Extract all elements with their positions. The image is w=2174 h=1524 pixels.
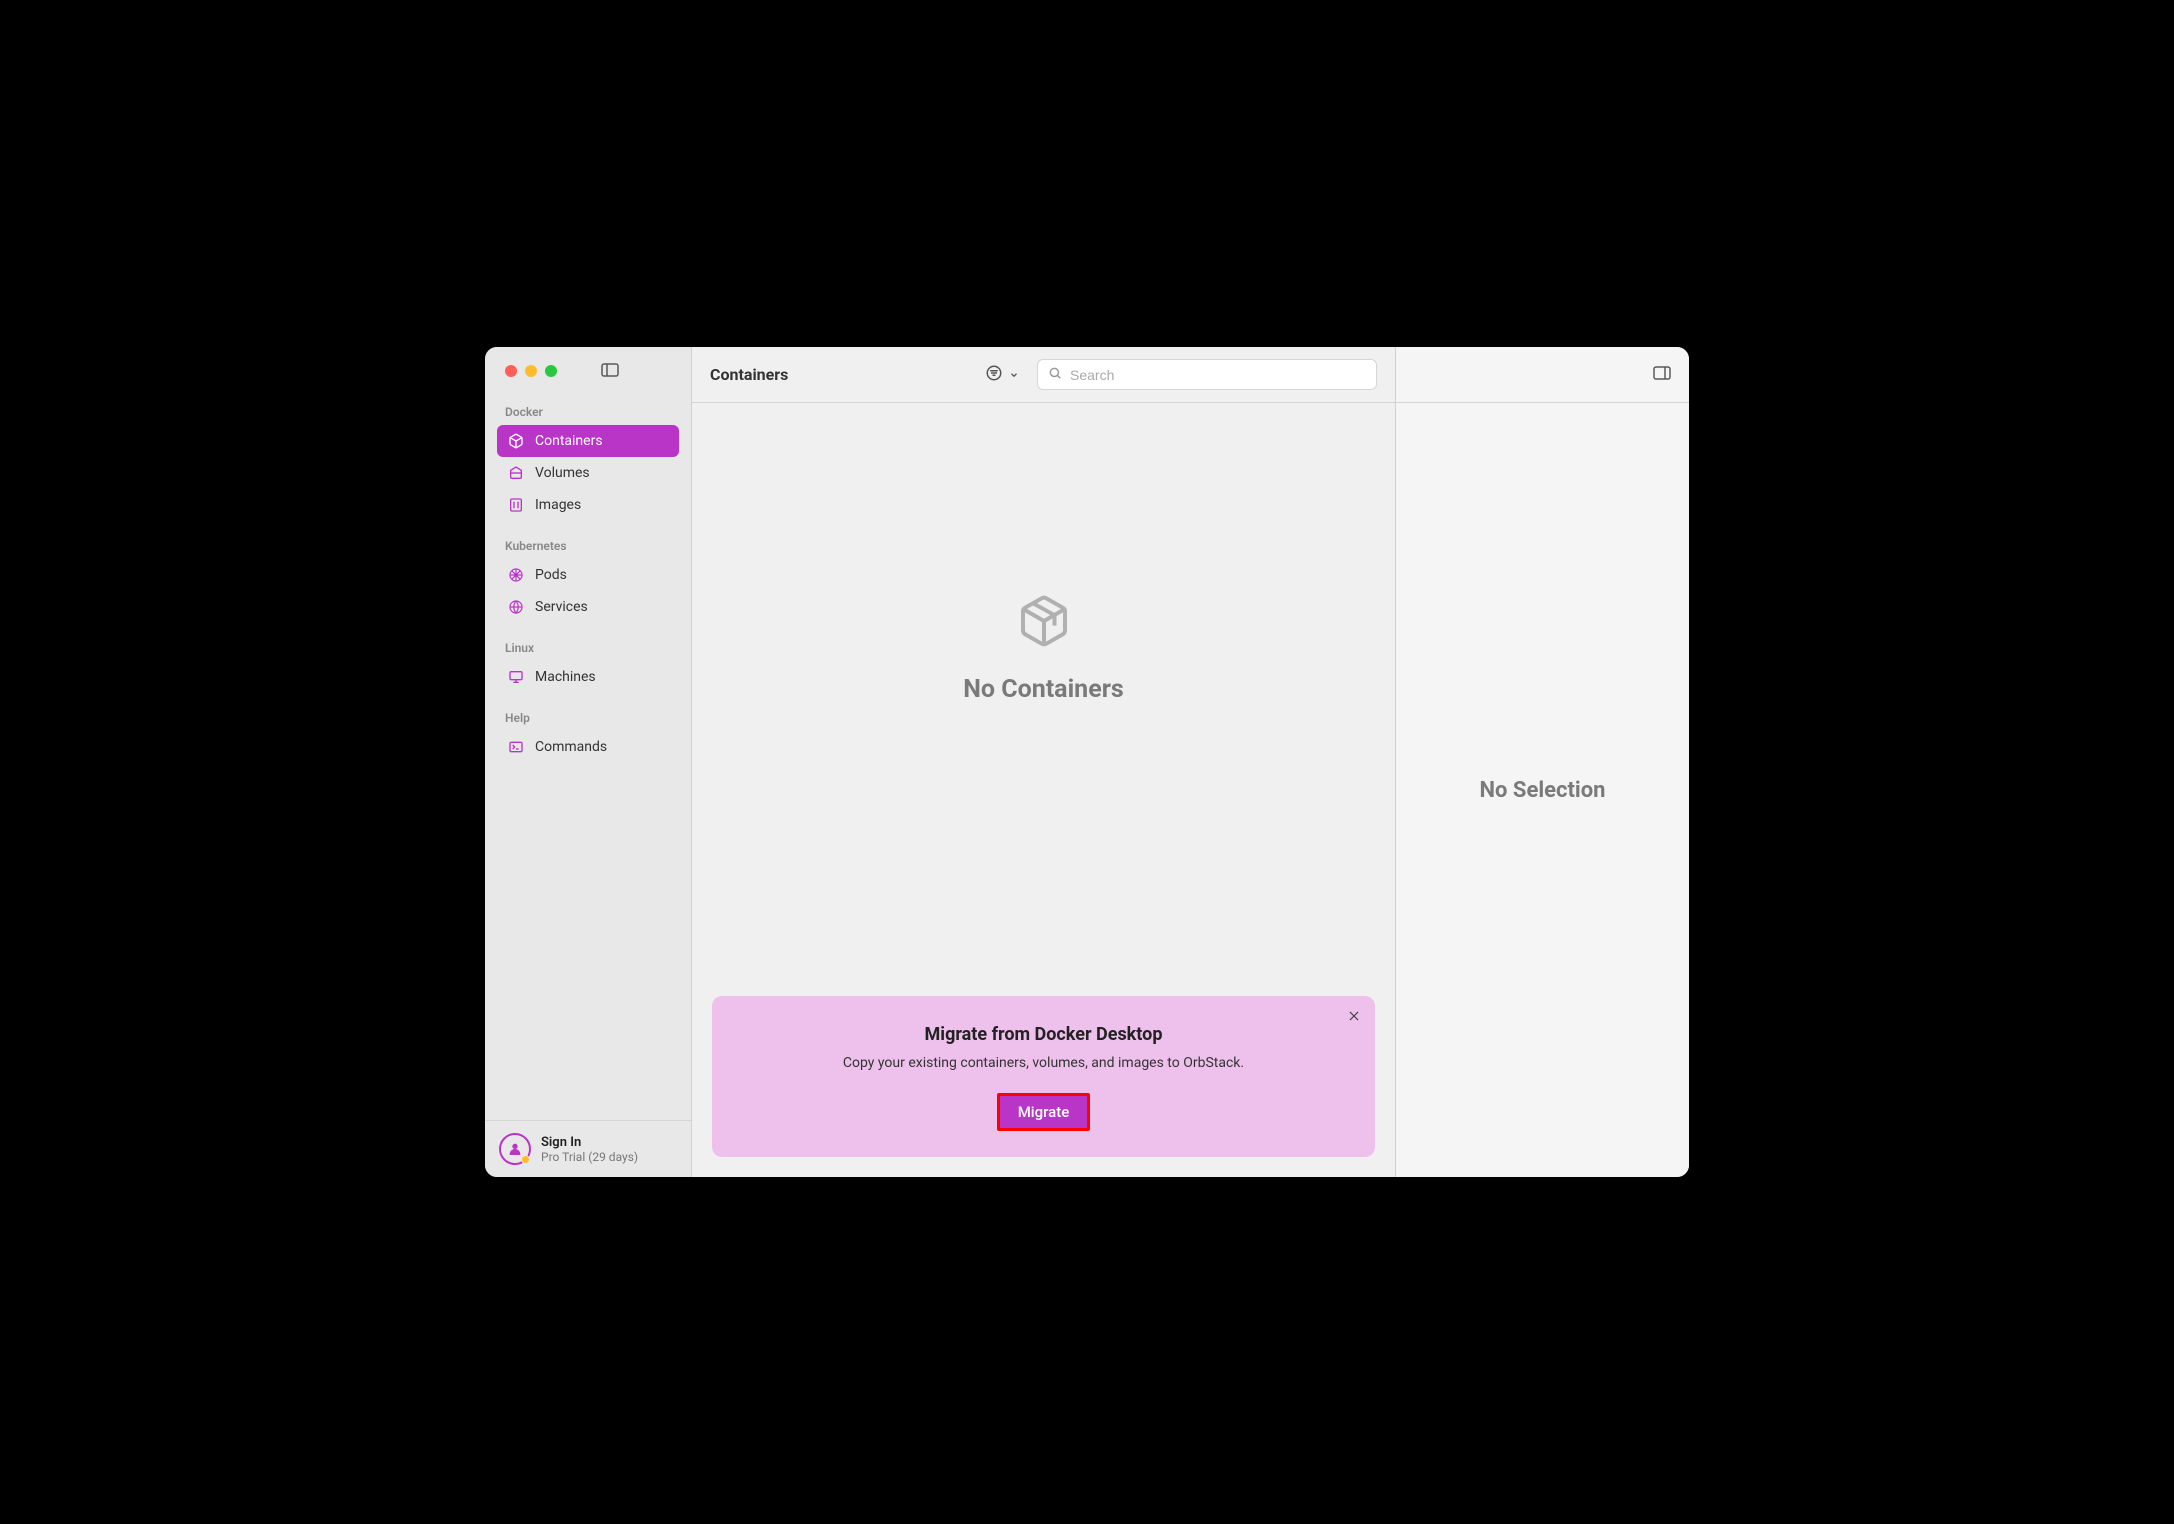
sign-in-button[interactable]: Sign In Pro Trial (29 days) — [485, 1120, 691, 1177]
sidebar-section-kubernetes: Kubernetes Pods Services — [497, 535, 679, 623]
close-banner-button[interactable] — [1347, 1008, 1361, 1027]
box-icon — [507, 432, 525, 450]
detail-pane: No Selection — [1396, 347, 1689, 1177]
sidebar-item-services[interactable]: Services — [497, 591, 679, 623]
sidebar-content: Docker Containers Volumes — [485, 395, 691, 1120]
sidebar-section-linux: Linux Machines — [497, 637, 679, 693]
section-header: Help — [497, 707, 679, 729]
sidebar-item-label: Services — [535, 599, 588, 615]
trial-status: Pro Trial (29 days) — [541, 1150, 638, 1164]
filter-button[interactable] — [981, 360, 1023, 390]
sign-in-label: Sign In — [541, 1135, 638, 1150]
search-input[interactable] — [1070, 367, 1366, 383]
sidebar-item-label: Pods — [535, 567, 567, 583]
sidebar-item-images[interactable]: Images — [497, 489, 679, 521]
banner-body: Copy your existing containers, volumes, … — [732, 1055, 1355, 1071]
section-header: Linux — [497, 637, 679, 659]
filter-icon — [985, 364, 1003, 386]
sidebar-item-label: Volumes — [535, 465, 590, 481]
package-empty-icon — [1016, 593, 1072, 653]
search-field[interactable] — [1037, 359, 1377, 390]
globe-icon — [507, 598, 525, 616]
sidebar-item-containers[interactable]: Containers — [497, 425, 679, 457]
sidebar-item-label: Commands — [535, 739, 607, 755]
sidebar: Docker Containers Volumes — [485, 347, 692, 1177]
sidebar-item-volumes[interactable]: Volumes — [497, 457, 679, 489]
detail-toolbar — [1396, 347, 1689, 403]
main-body: No Containers Migrate from Docker Deskto… — [692, 403, 1395, 1177]
sidebar-item-pods[interactable]: Pods — [497, 559, 679, 591]
sidebar-item-label: Machines — [535, 669, 596, 685]
sidebar-item-machines[interactable]: Machines — [497, 661, 679, 693]
toolbar: Containers — [692, 347, 1395, 403]
image-icon — [507, 496, 525, 514]
detail-toggle-icon[interactable] — [1653, 365, 1671, 384]
traffic-lights — [505, 365, 557, 377]
disk-icon — [507, 464, 525, 482]
main-pane: Containers No Containers — [692, 347, 1396, 1177]
section-header: Kubernetes — [497, 535, 679, 557]
minimize-window-button[interactable] — [525, 365, 537, 377]
avatar-icon — [499, 1133, 531, 1165]
page-title: Containers — [710, 365, 967, 384]
sidebar-toggle-icon[interactable] — [601, 362, 619, 381]
status-dot-icon — [521, 1155, 530, 1164]
close-window-button[interactable] — [505, 365, 517, 377]
migrate-button[interactable]: Migrate — [997, 1093, 1091, 1131]
detail-empty-title: No Selection — [1479, 778, 1605, 803]
footer-text: Sign In Pro Trial (29 days) — [541, 1135, 638, 1164]
section-header: Docker — [497, 401, 679, 423]
monitor-icon — [507, 668, 525, 686]
detail-body: No Selection — [1396, 403, 1689, 1177]
sidebar-section-docker: Docker Containers Volumes — [497, 401, 679, 521]
empty-state-title: No Containers — [963, 675, 1123, 704]
maximize-window-button[interactable] — [545, 365, 557, 377]
chevron-down-icon — [1009, 365, 1019, 384]
migrate-banner: Migrate from Docker Desktop Copy your ex… — [712, 996, 1375, 1157]
helm-icon — [507, 566, 525, 584]
sidebar-section-help: Help Commands — [497, 707, 679, 763]
sidebar-item-commands[interactable]: Commands — [497, 731, 679, 763]
titlebar — [485, 347, 691, 395]
banner-title: Migrate from Docker Desktop — [732, 1024, 1355, 1045]
sidebar-item-label: Images — [535, 497, 581, 513]
sidebar-item-label: Containers — [535, 433, 603, 449]
search-icon — [1048, 365, 1062, 384]
terminal-icon — [507, 738, 525, 756]
app-window: Docker Containers Volumes — [485, 347, 1689, 1177]
